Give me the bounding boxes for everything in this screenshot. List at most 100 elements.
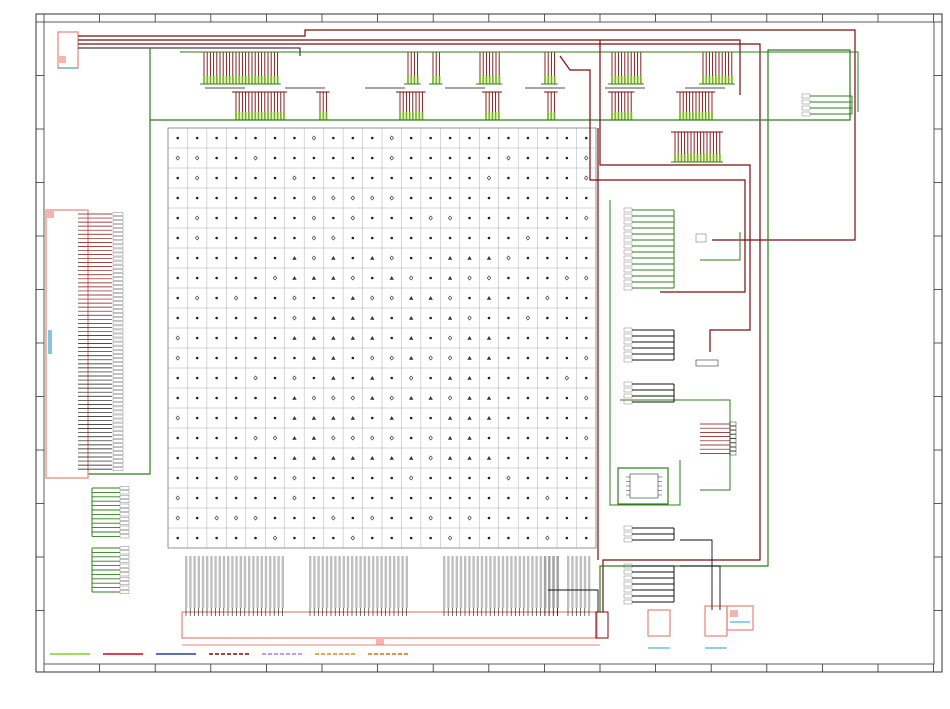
- pin-glyph-dot: [448, 496, 452, 500]
- pin-glyph-diamond: [253, 155, 258, 161]
- side-pin-label: [623, 273, 633, 279]
- pin-glyph-dot: [546, 176, 549, 180]
- cluster-top-a: [200, 51, 281, 85]
- side-pin-label: [623, 393, 633, 399]
- pin-glyph-dot: [409, 196, 413, 200]
- pin-glyph-dot: [526, 536, 530, 540]
- cluster-pin-label: [260, 112, 263, 120]
- cluster-pin-label: [721, 76, 724, 84]
- cluster-pin-label: [706, 154, 709, 162]
- pin-glyph-dot: [507, 296, 510, 300]
- ic-body: [629, 473, 659, 499]
- cluster-pin-label: [438, 76, 441, 84]
- left-connector-pin-label: [112, 293, 124, 297]
- lower-pin-label: [119, 550, 130, 555]
- right-group-e: [623, 563, 675, 605]
- cluster-pin-label: [711, 76, 714, 84]
- cluster-pin-label: [617, 112, 620, 120]
- pin-glyph-diamond: [331, 395, 336, 401]
- pin-glyph-dot: [176, 476, 180, 480]
- cluster-pin-label: [498, 76, 501, 84]
- pin-glyph-triangle: [350, 316, 356, 320]
- pin-glyph-dot: [526, 436, 530, 440]
- cluster-pin-label: [411, 112, 414, 120]
- pin-glyph-dot: [351, 476, 355, 480]
- cluster-pin-label: [620, 112, 623, 120]
- cluster-pin-label: [267, 112, 270, 120]
- pin-glyph-dot: [409, 536, 413, 540]
- bottom-signal-label: [359, 556, 362, 608]
- left-connector-pin-label: [112, 410, 124, 415]
- pin-glyph-dot: [370, 276, 374, 280]
- bottom-signal-label: [464, 556, 467, 608]
- bottom-signal-label: [367, 556, 371, 608]
- pin-glyph-triangle: [467, 356, 472, 360]
- pin-glyph-dot: [254, 216, 257, 220]
- pin-glyph-diamond: [311, 135, 317, 141]
- pin-glyph-triangle: [331, 256, 336, 260]
- pin-glyph-dot: [526, 256, 530, 260]
- cluster-pin-label: [322, 112, 325, 120]
- pin-glyph-dot: [273, 136, 277, 140]
- cluster-pin-label: [206, 76, 209, 84]
- pin-glyph-dot: [234, 216, 238, 220]
- cluster-pin-label: [636, 76, 639, 84]
- pin-glyph-dot: [546, 156, 549, 160]
- bottom-signal-label: [384, 556, 387, 608]
- pin-glyph-diamond: [272, 275, 278, 281]
- bottom-signal-label: [506, 556, 509, 608]
- pin-glyph-dot: [273, 456, 277, 460]
- pin-glyph-dot: [429, 176, 432, 180]
- bottom-signal-label: [355, 556, 358, 608]
- pin-glyph-diamond: [194, 175, 200, 181]
- pin-glyph-dot: [254, 136, 257, 140]
- left-connector-pin-label: [112, 345, 124, 350]
- pin-glyph-dot: [584, 136, 588, 140]
- cluster-pin-label: [550, 76, 553, 84]
- pin-glyph-dot: [546, 376, 549, 380]
- lower-pin-label: [119, 490, 130, 495]
- pin-glyph-dot: [546, 336, 549, 340]
- pin-glyph-dot: [507, 316, 510, 320]
- pin-glyph-dot: [195, 376, 199, 380]
- pin-glyph-dot: [254, 356, 257, 360]
- pin-glyph-triangle: [486, 356, 492, 360]
- pin-glyph-dot: [526, 376, 530, 380]
- cluster-pin-label: [488, 112, 491, 120]
- bottom-signal-label: [514, 556, 517, 608]
- cluster-pin-label: [247, 112, 250, 120]
- pin-glyph-dot: [312, 376, 316, 380]
- pin-glyph-diamond: [311, 255, 317, 261]
- pin-glyph-diamond: [175, 495, 180, 501]
- pin-glyph-dot: [370, 416, 374, 420]
- pin-glyph-diamond: [389, 135, 394, 141]
- pin-glyph-dot: [195, 316, 199, 320]
- pin-glyph-diamond: [506, 255, 511, 261]
- pin-glyph-diamond: [389, 435, 394, 441]
- pin-glyph-dot: [526, 216, 530, 220]
- pin-glyph-dot: [448, 516, 452, 520]
- cluster-pin-label: [711, 112, 714, 120]
- lower-left-group-a: [91, 486, 130, 539]
- pin-glyph-triangle: [292, 456, 297, 460]
- pin-glyph-triangle: [292, 416, 297, 420]
- cluster-pin-label: [683, 154, 686, 162]
- pin-glyph-dot: [370, 136, 374, 140]
- lower-right-connector-1: [647, 609, 671, 637]
- bottom-signal-label: [235, 556, 238, 608]
- pin-glyph-dot: [390, 476, 394, 480]
- pin-glyph-dot: [546, 196, 549, 200]
- cluster-pin-label: [718, 154, 721, 162]
- pin-glyph-dot: [234, 336, 238, 340]
- cluster-pin-label: [260, 76, 263, 84]
- pin-glyph-triangle: [370, 336, 375, 340]
- pin-glyph-diamond: [408, 275, 414, 281]
- left-connector-pin-label: [112, 277, 124, 281]
- cluster-pin-label: [712, 154, 715, 162]
- bus-red-right-2: [599, 40, 751, 352]
- cluster-pin-label: [497, 112, 500, 120]
- left-connector-pin-label: [112, 459, 124, 463]
- pin-glyph-diamond: [584, 355, 589, 361]
- left-connector-pin-label: [112, 281, 124, 285]
- cluster-pin-label: [699, 154, 702, 162]
